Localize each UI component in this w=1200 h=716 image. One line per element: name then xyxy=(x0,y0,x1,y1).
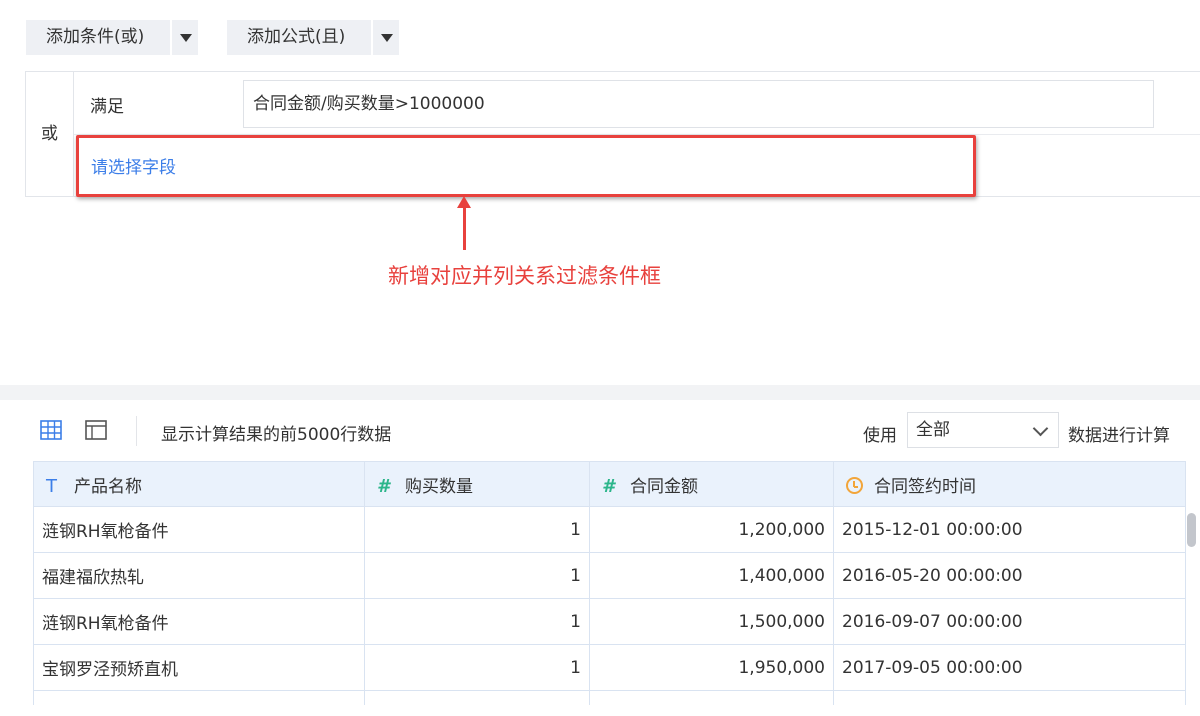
column-header-contract-date[interactable]: 合同签约时间 xyxy=(833,461,1186,507)
table-cell: 1,200,000 xyxy=(589,506,834,553)
table-cell: 2016-09-07 00:00:00 xyxy=(833,598,1186,645)
column-header-contract-amount[interactable]: # 合同金额 xyxy=(589,461,834,507)
number-type-icon: # xyxy=(602,475,615,497)
satisfy-label: 满足 xyxy=(90,97,124,117)
table-view-icon[interactable] xyxy=(40,420,62,440)
table-cell: 涟钢RH氧枪备件 xyxy=(33,598,365,645)
annotation-highlight-box xyxy=(76,135,976,197)
column-header-product-name[interactable]: T 产品名称 xyxy=(33,461,365,507)
add-formula-and-dropdown-icon[interactable] xyxy=(373,20,399,55)
result-info-text: 显示计算结果的前5000行数据 xyxy=(161,425,392,445)
date-type-icon xyxy=(846,476,863,494)
table-cell: 1 xyxy=(364,644,590,691)
column-header-label: 购买数量 xyxy=(405,476,473,497)
table-cell: 福建福欣热轧 xyxy=(33,552,365,599)
add-condition-or-split-button: 添加条件(或) xyxy=(26,20,198,55)
filter-panel: 添加条件(或) 添加公式(且) 或 满足 合同金额/购买数量>1000000 请… xyxy=(0,0,1200,385)
add-condition-or-button[interactable]: 添加条件(或) xyxy=(26,20,170,55)
table-header-row: T 产品名称 # 购买数量 # 合同金额 合同签约时间 xyxy=(33,461,1186,507)
annotation-text: 新增对应并列关系过滤条件框 xyxy=(388,264,661,288)
text-type-icon: T xyxy=(46,475,57,497)
toolbar-separator xyxy=(136,416,137,446)
formula-condition-field[interactable]: 合同金额/购买数量>1000000 xyxy=(243,80,1154,128)
calc-scope-select[interactable]: 全部 xyxy=(907,412,1059,448)
calc-scope-value: 全部 xyxy=(916,420,950,440)
table-cell: 1,500,000 xyxy=(589,598,834,645)
table-cell: 1,950,000 xyxy=(589,644,834,691)
table-row: 福建福欣热轧 1 1,400,000 2016-05-20 00:00:00 xyxy=(33,552,1186,599)
table-cell: 宝钢罗泾预矫直机 xyxy=(33,644,365,691)
table-row: 宝钢罗泾预矫直机 1 1,950,000 2017-09-05 00:00:00 xyxy=(33,644,1186,691)
add-formula-and-split-button: 添加公式(且) xyxy=(227,20,399,55)
table-row: 涟钢RH氧枪备件 1 1,200,000 2015-12-01 00:00:00 xyxy=(33,506,1186,553)
group-operator-label[interactable]: 或 xyxy=(26,72,74,196)
use-label: 使用 xyxy=(863,426,897,446)
table-cell: 1 xyxy=(364,552,590,599)
column-header-label: 合同签约时间 xyxy=(874,476,976,497)
layout-view-icon[interactable] xyxy=(85,420,107,440)
table-cell: 2015-12-01 00:00:00 xyxy=(833,506,1186,553)
table-row-partial xyxy=(33,690,1186,705)
calc-label: 数据进行计算 xyxy=(1068,426,1170,446)
table-cell: 2017-09-05 00:00:00 xyxy=(833,644,1186,691)
table-cell: 1 xyxy=(364,506,590,553)
add-formula-and-button[interactable]: 添加公式(且) xyxy=(227,20,371,55)
table-cell: 1 xyxy=(364,598,590,645)
column-header-label: 产品名称 xyxy=(74,476,142,497)
table-scrollbar[interactable] xyxy=(1187,513,1196,547)
data-preview-panel: 显示计算结果的前5000行数据 使用 全部 数据进行计算 T 产品名称 # 购买数量… xyxy=(0,400,1200,716)
table-cell: 2016-05-20 00:00:00 xyxy=(833,552,1186,599)
table-cell: 1,400,000 xyxy=(589,552,834,599)
annotation-arrow-shaft xyxy=(463,206,466,250)
table-cell: 涟钢RH氧枪备件 xyxy=(33,506,365,553)
column-header-label: 合同金额 xyxy=(630,476,698,497)
column-header-quantity[interactable]: # 购买数量 xyxy=(364,461,590,507)
data-table: T 产品名称 # 购买数量 # 合同金额 合同签约时间 涟钢RH氧枪备件 1 1,20… xyxy=(33,461,1186,705)
add-condition-or-dropdown-icon[interactable] xyxy=(172,20,198,55)
number-type-icon: # xyxy=(377,475,390,497)
table-row: 涟钢RH氧枪备件 1 1,500,000 2016-09-07 00:00:00 xyxy=(33,598,1186,645)
chevron-down-icon xyxy=(1032,420,1049,437)
